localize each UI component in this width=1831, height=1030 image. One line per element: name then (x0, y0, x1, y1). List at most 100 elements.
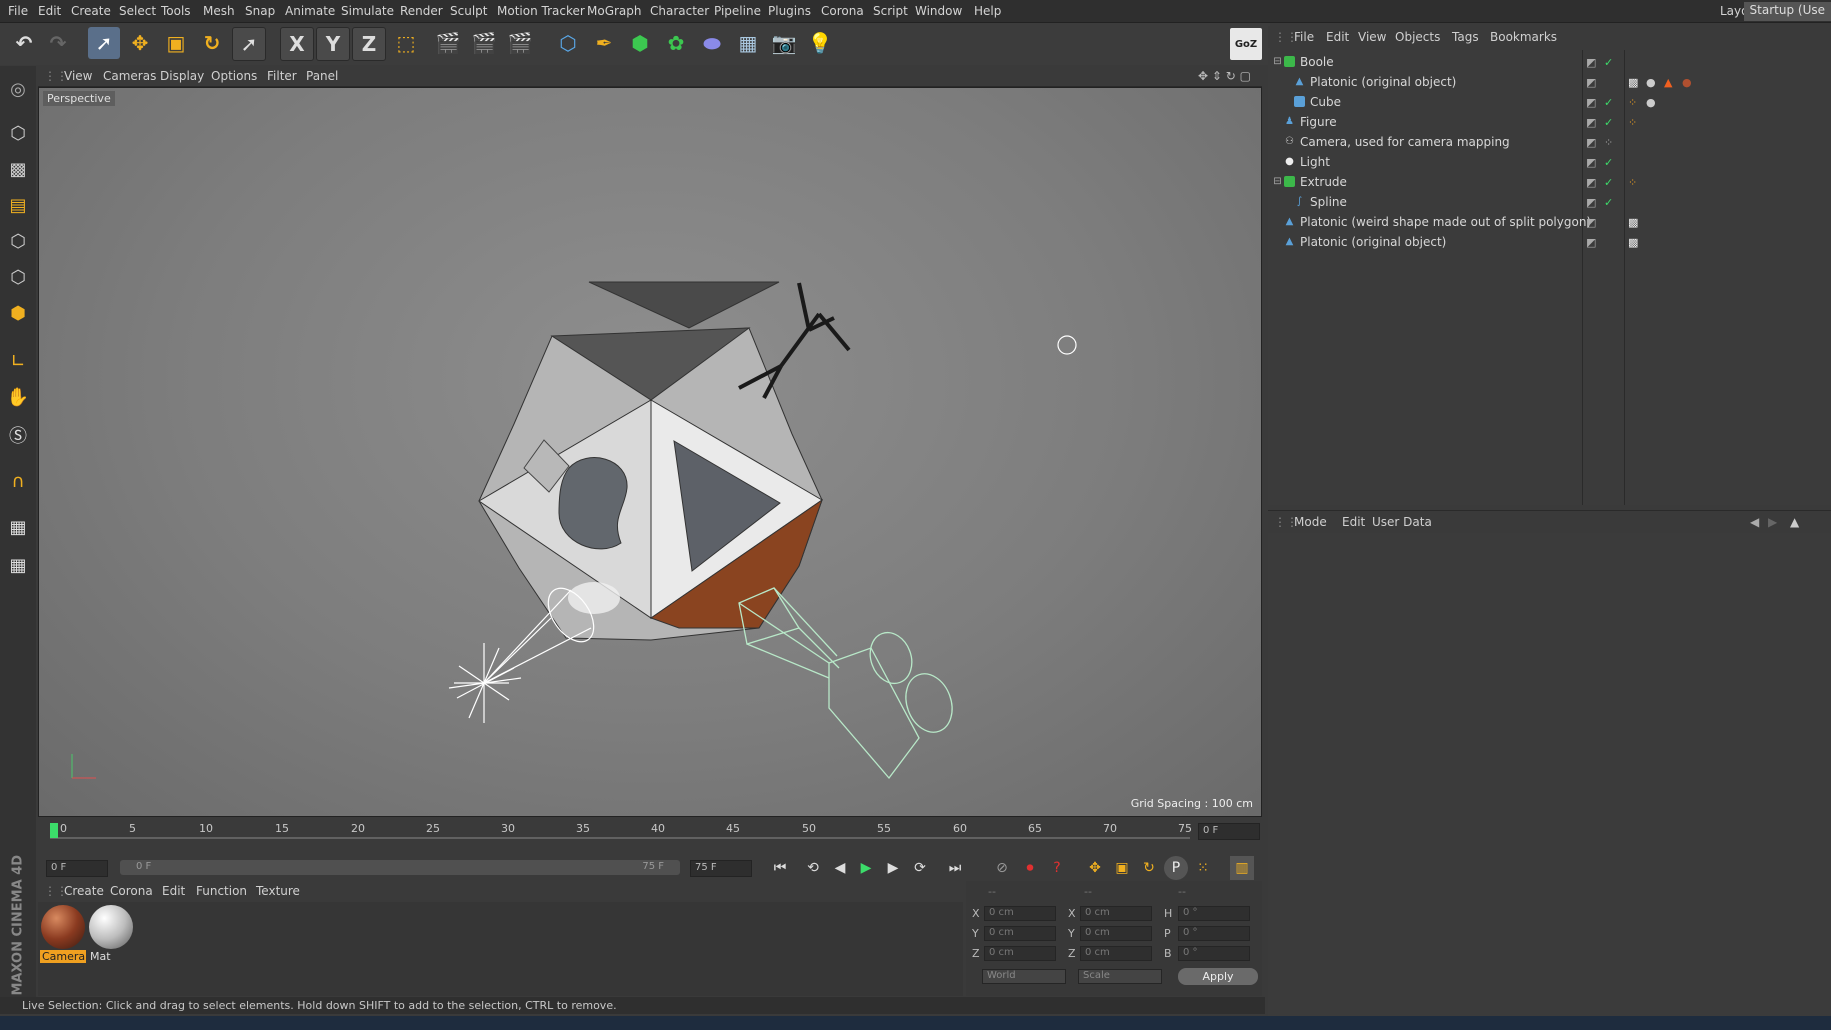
menu-sculpt[interactable]: Sculpt (450, 4, 487, 18)
render-settings-icon[interactable]: 🎬 (504, 27, 536, 59)
edges-mode-icon[interactable]: ⬡ (3, 262, 33, 292)
key-parameter-icon[interactable]: P (1164, 856, 1188, 880)
coordinate-space-dropdown[interactable]: World (982, 969, 1066, 984)
key-pla-icon[interactable]: ⁙ (1191, 856, 1215, 880)
layer-icon[interactable]: ◩ (1586, 216, 1596, 229)
floor-icon[interactable]: ▦ (732, 27, 764, 59)
timeline-window-icon[interactable]: ▥ (1230, 856, 1254, 880)
viewport-menu-filter[interactable]: Filter (267, 69, 297, 83)
menu-animate[interactable]: Animate (285, 4, 335, 18)
collapse-icon[interactable]: ⊟ (1272, 56, 1283, 67)
key-position-icon[interactable]: ✥ (1083, 856, 1107, 880)
object-row[interactable]: ⊟ Boole ◩ ✓ (1268, 52, 1831, 72)
camera-object[interactable] (738, 587, 960, 780)
pen-spline-icon[interactable]: ✒ (588, 27, 620, 59)
undo-icon[interactable]: ↶ (8, 27, 40, 59)
texture-tag-icon[interactable]: ▩ (1628, 216, 1638, 229)
render-view-icon[interactable]: 🎬 (432, 27, 464, 59)
material-swatch[interactable]: Camera (40, 904, 86, 964)
keyframe-selection-icon[interactable]: ? (1045, 856, 1069, 880)
subdivision-surface-icon[interactable]: ⬢ (624, 27, 656, 59)
menu-character[interactable]: Character (650, 4, 709, 18)
go-to-start-icon[interactable]: ⏮ (768, 856, 792, 880)
end-frame-field[interactable]: 75 F (690, 860, 752, 877)
enabled-check-icon[interactable]: ✓ (1604, 156, 1613, 169)
object-row[interactable]: ♟ Figure ◩ ✓ ⁘ (1268, 112, 1831, 132)
menu-mograph[interactable]: MoGraph (587, 4, 642, 18)
menu-simulate[interactable]: Simulate (341, 4, 394, 18)
rotate-icon[interactable]: ↻ (196, 27, 228, 59)
preview-range-slider[interactable]: 0 F 75 F (120, 860, 680, 875)
make-editable-icon[interactable]: ◎ (3, 74, 33, 104)
object-row[interactable]: ▲ Platonic (original object) ◩ ▩ ● ▲ ● (1268, 72, 1831, 92)
material-swatch[interactable]: Mat (88, 904, 134, 964)
magnet-icon[interactable]: ∩ (3, 466, 33, 496)
menu-corona[interactable]: Corona (821, 4, 864, 18)
next-key-icon[interactable]: ⟳ (908, 856, 932, 880)
am-menu-edit[interactable]: Edit (1342, 515, 1365, 529)
rotation-b-field[interactable]: 0 ° (1178, 946, 1250, 961)
size-z-field[interactable]: 0 cm (1080, 946, 1152, 961)
material-tag-icon[interactable]: ● (1646, 96, 1656, 109)
perspective-viewport[interactable]: Perspective Grid Spacing: 100 cm (38, 87, 1262, 817)
layout-dropdown[interactable]: Startup (Use (1743, 2, 1831, 21)
om-menu-bookmarks[interactable]: Bookmarks (1490, 30, 1557, 44)
collapse-icon[interactable]: ⊟ (1272, 176, 1283, 187)
layer-icon[interactable]: ◩ (1586, 116, 1596, 129)
object-row[interactable]: ● Light ◩ ✓ (1268, 152, 1831, 172)
material-tag-icon[interactable]: ● (1682, 76, 1692, 89)
x-axis-button[interactable]: X (280, 27, 314, 61)
texture-tag-icon[interactable]: ▩ (1628, 236, 1638, 249)
tag-icon[interactable]: ⁘ (1628, 116, 1637, 129)
menu-render[interactable]: Render (400, 4, 443, 18)
viewport-navigation-icons[interactable]: ✥ ⇕ ↻ ▢ (1198, 69, 1251, 83)
coordinate-system-icon[interactable]: ⬚ (390, 27, 422, 59)
previous-frame-icon[interactable]: ◀ (828, 856, 852, 880)
viewport-menu-cameras[interactable]: Cameras (103, 69, 156, 83)
rotation-h-field[interactable]: 0 ° (1178, 906, 1250, 921)
current-frame-field[interactable]: 0 F (1198, 823, 1260, 840)
object-row[interactable]: ▲ Platonic (original object) ◩ ▩ (1268, 232, 1831, 252)
om-menu-view[interactable]: View (1358, 30, 1386, 44)
autokey-icon[interactable]: ⏺ (1018, 856, 1042, 880)
object-row[interactable]: ∫ Spline ◩ ✓ (1268, 192, 1831, 212)
om-menu-objects[interactable]: Objects (1395, 30, 1440, 44)
object-row[interactable]: ▲ Platonic (weird shape made out of spli… (1268, 212, 1831, 232)
back-arrow-icon[interactable]: ◀ (1750, 515, 1759, 529)
key-rotation-icon[interactable]: ↻ (1137, 856, 1161, 880)
tag-icon[interactable]: ⁘ (1628, 96, 1637, 109)
material-menu-texture[interactable]: Texture (256, 884, 300, 898)
layer-icon[interactable]: ◩ (1586, 136, 1596, 149)
layer-icon[interactable]: ◩ (1586, 56, 1596, 69)
workplane-mode-icon[interactable]: ▤ (3, 190, 33, 220)
menu-pipeline[interactable]: Pipeline (714, 4, 761, 18)
layer-icon[interactable]: ◩ (1586, 196, 1596, 209)
viewport-menu-display[interactable]: Display (160, 69, 204, 83)
tag-icon[interactable]: ⁘ (1628, 176, 1637, 189)
object-row[interactable]: ⊟ Extrude ◩ ✓ ⁘ (1268, 172, 1831, 192)
menu-motion-tracker[interactable]: Motion Tracker (497, 4, 585, 18)
camera-icon[interactable]: 📷 (768, 27, 800, 59)
live-selection-icon[interactable]: ➚ (88, 27, 120, 59)
go-to-end-icon[interactable]: ⏭ (943, 856, 967, 880)
om-menu-tags[interactable]: Tags (1452, 30, 1479, 44)
figure-object[interactable] (738, 282, 851, 399)
cube-primitive-icon[interactable]: ⬡ (552, 27, 584, 59)
menu-edit[interactable]: Edit (38, 4, 61, 18)
recent-tool-icon[interactable]: ➚ (232, 27, 266, 61)
material-menu-edit[interactable]: Edit (162, 884, 185, 898)
previous-key-icon[interactable]: ⟲ (801, 856, 825, 880)
model-mode-icon[interactable]: ⬡ (3, 118, 33, 148)
up-arrow-icon[interactable]: ▲ (1790, 515, 1799, 529)
enabled-check-icon[interactable]: ✓ (1604, 116, 1613, 129)
planar-workplane-icon[interactable]: ▦ (3, 550, 33, 580)
start-frame-field[interactable]: 0 F (46, 860, 108, 877)
object-row[interactable]: Cube ◩ ✓ ⁘ ● (1268, 92, 1831, 112)
polygons-mode-icon[interactable]: ⬢ (3, 298, 33, 328)
scale-icon[interactable]: ▣ (160, 27, 192, 59)
enabled-check-icon[interactable]: ✓ (1604, 96, 1613, 109)
layer-icon[interactable]: ◩ (1586, 156, 1596, 169)
forward-arrow-icon[interactable]: ▶ (1768, 515, 1777, 529)
menu-help[interactable]: Help (974, 4, 1001, 18)
menu-script[interactable]: Script (873, 4, 908, 18)
